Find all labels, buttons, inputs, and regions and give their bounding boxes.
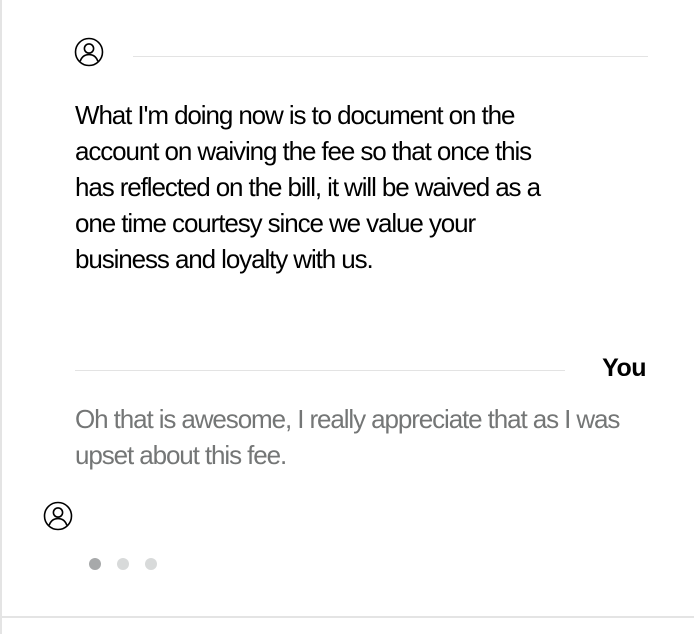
typing-indicator: [89, 557, 157, 571]
agent-avatar-icon: [74, 37, 104, 67]
typing-dot: [117, 558, 129, 570]
user-message-divider: [75, 370, 565, 371]
typing-dot: [89, 558, 101, 570]
agent-message-divider: [133, 56, 648, 57]
agent-message-text: What I'm doing now is to document on the…: [75, 100, 541, 274]
user-sender-label: You: [602, 354, 646, 382]
agent-typing-avatar-icon: [43, 501, 73, 531]
typing-dot: [145, 558, 157, 570]
user-message-text: Oh that is awesome, I really appreciate …: [75, 404, 620, 470]
composer-top-border: [2, 616, 694, 618]
chat-transcript-panel: What I'm doing now is to document on the…: [0, 0, 694, 634]
